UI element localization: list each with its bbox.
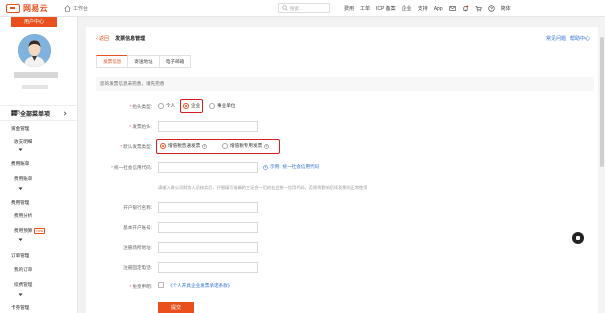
bell-icon[interactable] [462,5,469,12]
brand-name: 网易云 [23,4,48,13]
sidebar-item-funds[interactable]: 资金管理 [11,126,29,132]
example-label: 示例: [270,164,281,169]
bank-input[interactable] [158,202,258,213]
chevron-down-icon[interactable] [18,148,23,152]
radio-personal[interactable] [158,103,164,109]
sidebar-item-home[interactable]: 首页 [11,110,20,116]
top-nav: 费用 工单 ICP 备案 企业 支持 App 简体 [344,5,517,12]
title-type-label: *抬头类型: [129,104,152,109]
submit-button[interactable]: 提交 [158,302,194,313]
chevron-down-icon[interactable] [18,187,23,191]
help-center-link[interactable]: 帮助中心 [570,35,590,42]
help-icon[interactable] [487,5,495,12]
credit-code-label: *统一社会信用代码: [111,165,152,170]
info-icon[interactable] [202,143,207,149]
radio-normal-invoice[interactable] [160,143,166,149]
workbench-link[interactable]: 工作台 [64,5,88,12]
invoice-title-label: *发票抬头: [129,124,152,129]
tab-invoice-info[interactable]: 发票信息 [96,55,129,68]
title-type-institution[interactable]: 事业单位 [209,103,235,109]
nav-app[interactable]: App [434,6,443,12]
radio-special-invoice[interactable] [222,143,228,149]
credit-code-hint: 请输入贵公司财务人员核实后，仔细填写准确的三证合一后的社会统一信用代码，否则将影… [158,185,368,190]
breadcrumb: ‹ 返回 发票信息管理 [96,35,145,42]
credit-code-input[interactable] [158,162,258,173]
scrollbar[interactable] [599,17,605,313]
invoice-type-special[interactable]: 增值税专用发票 [222,143,269,149]
avatar[interactable] [18,34,51,67]
chevron-right-icon [63,111,67,116]
new-badge: New [34,228,46,234]
home-icon [64,5,71,12]
help-circle-icon [263,164,268,170]
scrollbar-thumb[interactable] [600,37,604,167]
agreement-link[interactable]: 《个人开具企业发票承诺条款》 [168,283,232,289]
sidebar-item-coupons[interactable]: 卡券管理 [11,305,29,311]
nav-ticket[interactable]: 工单 [360,5,370,12]
disclaimer-label: *免责申明: [129,284,152,289]
example-link[interactable]: 统一社会信用代码 [282,164,319,170]
bank-label: 开户银行名称: [123,205,152,210]
highlight-enterprise [180,99,203,113]
tab-shipping-address[interactable]: 寄送地址 [127,55,160,68]
search-icon [282,5,288,11]
brand-logo[interactable]: 网易云 [6,3,48,14]
nav-icp[interactable]: ICP 备案 [376,5,396,12]
sidebar-item-transactions[interactable]: 收支明细 [14,139,32,145]
avatar-person-icon [18,34,51,67]
phone-input[interactable] [158,262,258,273]
sidebar-item-orders[interactable]: 订单管理 [11,253,29,259]
sidebar-item-bills[interactable]: 费用账单 [14,176,32,182]
faq-link[interactable]: 常见问题 [546,35,566,42]
sidebar-item-renewals[interactable]: 续费管理 [14,282,32,288]
sidebar-item-budget[interactable]: 费用预算 New [14,228,46,234]
search-box[interactable] [278,3,330,13]
title-type-personal[interactable]: 个人 [158,103,175,109]
nav-enterprise[interactable]: 企业 [402,5,412,12]
main-area: ‹ 返回 发票信息管理 常见问题 帮助中心 发票信息 寄送地址 电子邮箱 您的发… [78,17,605,313]
sidebar-item-fee-mgmt[interactable]: 费用管理 [11,200,29,206]
page-title: 发票信息管理 [115,36,146,42]
cart-icon[interactable] [475,5,482,12]
invoice-type-normal[interactable]: 增值税普通发票 [160,143,207,149]
invoice-title-input[interactable] [158,121,258,132]
sidebar: 用户中心 全部菜单项 首页 资金管理 收支明细 费用账单 费用账单 费用管理 费… [0,17,78,313]
sidebar-item-fee-analysis[interactable]: 费用分析 [14,213,32,219]
invoice-panel: ‹ 返回 发票信息管理 常见问题 帮助中心 发票信息 寄送地址 电子邮箱 您的发… [86,27,598,313]
user-menu[interactable]: 简体 [501,5,511,12]
user-meta-masked [22,85,48,89]
sidebar-item-bills-group[interactable]: 费用账单 [11,161,29,167]
sidebar-item-my-orders[interactable]: 我的订单 [14,267,32,273]
tab-bar: 发票信息 寄送地址 电子邮箱 [96,55,192,68]
floating-chat-button[interactable] [572,232,584,244]
account-label: 基本开户账号: [123,225,152,230]
sidebar-item-budget-label: 费用预算 [14,228,33,233]
help-links: 常见问题 帮助中心 [542,35,590,42]
invoice-type-label: *默认发票类型: [120,144,152,149]
workbench-label: 工作台 [73,6,89,12]
chevron-down-icon[interactable] [18,238,23,242]
tab-email[interactable]: 电子邮箱 [158,55,192,68]
user-center-label: 用户中心 [11,17,57,27]
nav-support[interactable]: 支持 [418,5,428,12]
message-icon[interactable] [448,5,456,12]
search-input[interactable] [290,5,328,11]
back-link[interactable]: ‹ 返回 [96,35,109,42]
username-masked [14,72,58,78]
top-bar: 网易云 工作台 费用 工单 ICP 备案 企业 支持 App 简体 [0,0,605,17]
account-input[interactable] [158,222,258,233]
radio-institution[interactable] [209,103,215,109]
credit-code-example[interactable]: 示例: 统一社会信用代码 [263,164,319,170]
nav-fee[interactable]: 费用 [344,5,354,12]
phone-label: 注册固定电话: [123,265,152,270]
agreement-checkbox[interactable] [158,282,164,288]
info-icon[interactable] [264,143,269,149]
address-label: 注册场所地址: [123,245,152,250]
address-input[interactable] [158,242,258,253]
all-menu-label: 全部菜单项 [20,111,51,118]
logo-mark-icon [6,4,20,13]
notice-bar: 您的发票信息未完善，请先完善 [96,77,594,91]
chevron-down-icon[interactable] [18,293,23,297]
